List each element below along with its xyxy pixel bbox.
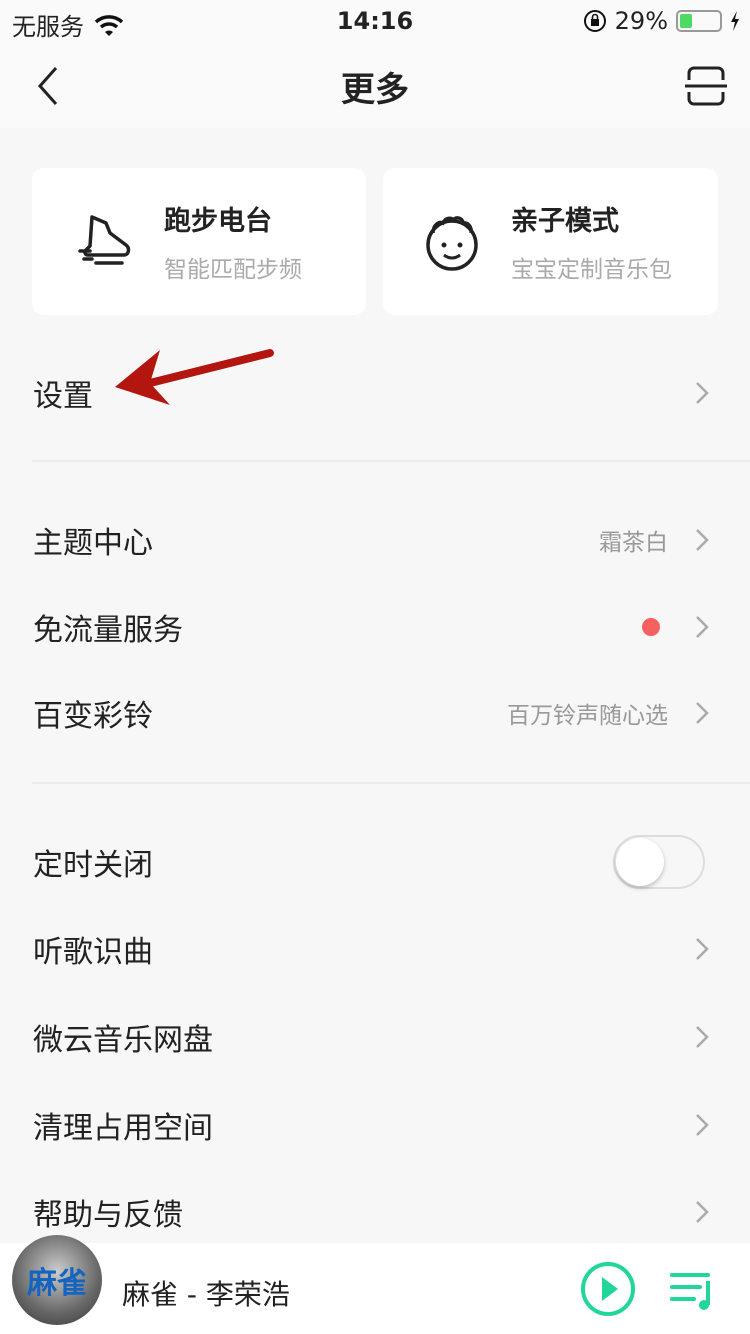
chevron-right-icon: [696, 616, 709, 638]
card-title: 亲子模式: [511, 206, 619, 237]
red-arrow-annotation: [115, 349, 274, 405]
chevron-right-icon: [696, 382, 709, 404]
row-label: 免流量服务: [33, 613, 183, 648]
card-parent-child-mode[interactable]: 亲子模式宝宝定制音乐包: [383, 168, 718, 315]
row-label: 微云音乐网盘: [33, 1023, 213, 1058]
row-label: 清理占用空间: [33, 1111, 213, 1146]
chevron-right-icon: [696, 938, 709, 960]
row-song-recognition[interactable]: 听歌识曲: [0, 909, 750, 989]
play-button[interactable]: [580, 1261, 636, 1317]
divider: [32, 782, 750, 784]
row-label: 听歌识曲: [33, 935, 153, 970]
row-label: 设置: [33, 379, 93, 414]
row-help-feedback[interactable]: 帮助与反馈: [0, 1172, 750, 1252]
running-shoe-icon: [78, 214, 131, 265]
divider: [32, 460, 750, 462]
status-bar: 无服务 14:16 29%: [0, 0, 750, 42]
row-clear-storage[interactable]: 清理占用空间: [0, 1085, 750, 1165]
mini-player[interactable]: 麻雀 麻雀 - 李荣浩: [0, 1235, 750, 1334]
now-playing-title: 麻雀 - 李荣浩: [122, 1278, 290, 1311]
row-ringtone[interactable]: 百变彩铃 百万铃声随心选: [0, 673, 750, 753]
row-free-data-service[interactable]: 免流量服务: [0, 587, 750, 667]
card-running-radio[interactable]: 跑步电台智能匹配步频: [32, 168, 366, 315]
row-sleep-timer: 定时关闭: [0, 822, 750, 902]
scan-icon[interactable]: [684, 66, 728, 106]
card-subtitle: 宝宝定制音乐包: [511, 257, 672, 283]
playlist-icon[interactable]: [670, 1271, 714, 1311]
row-theme-center[interactable]: 主题中心 霜茶白: [0, 500, 750, 580]
row-label: 百变彩铃: [33, 699, 153, 734]
row-value: 百万铃声随心选: [507, 703, 668, 729]
nav-bar: 更多: [0, 42, 750, 128]
charging-icon: [731, 11, 739, 31]
chevron-right-icon: [696, 702, 709, 724]
chevron-right-icon: [696, 1114, 709, 1136]
battery-icon: [676, 10, 722, 32]
row-value: 霜茶白: [599, 530, 668, 556]
album-cover[interactable]: 麻雀: [12, 1235, 102, 1325]
row-label: 帮助与反馈: [33, 1198, 183, 1233]
row-label: 定时关闭: [33, 848, 153, 883]
card-title: 跑步电台: [164, 206, 272, 237]
chevron-right-icon: [696, 1026, 709, 1048]
chevron-right-icon: [696, 529, 709, 551]
sleep-timer-toggle[interactable]: [613, 835, 705, 889]
cover-text: 麻雀: [27, 1266, 87, 1301]
baby-face-icon: [426, 215, 478, 271]
battery-percent: 29%: [614, 7, 668, 35]
rotation-lock-icon: [583, 10, 606, 32]
card-subtitle: 智能匹配步频: [164, 257, 302, 283]
row-label: 主题中心: [33, 526, 153, 561]
row-weiyun-music-drive[interactable]: 微云音乐网盘: [0, 997, 750, 1077]
chevron-right-icon: [696, 1201, 709, 1223]
notification-dot: [642, 618, 660, 636]
page-title: 更多: [341, 70, 409, 110]
